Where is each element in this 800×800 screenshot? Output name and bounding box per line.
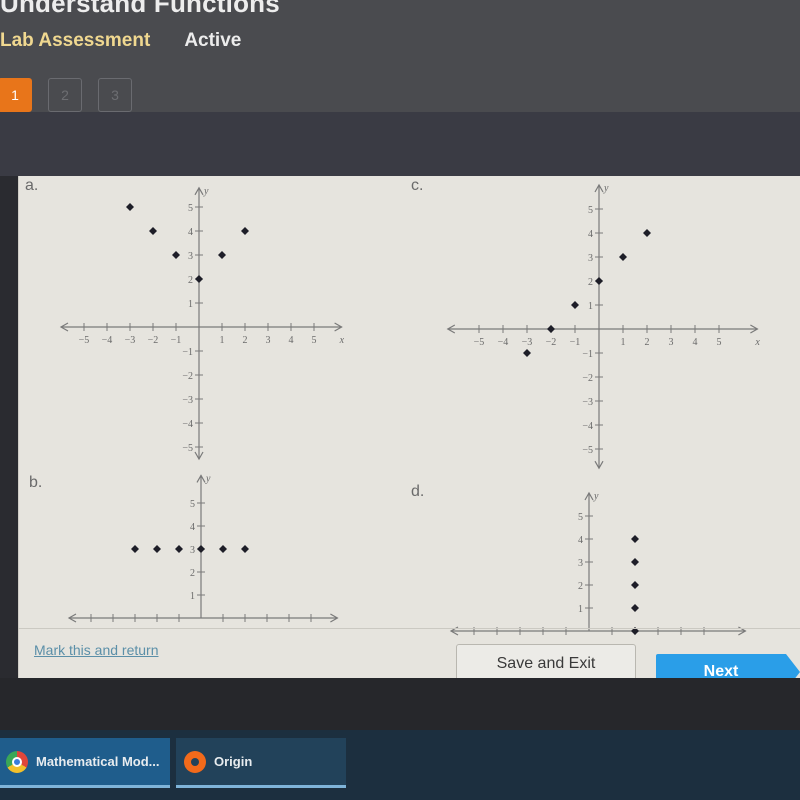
y-tick-label: 4 [578, 535, 583, 546]
taskbar-item-label: Origin [214, 754, 253, 769]
question-band [0, 112, 800, 176]
screen-edge [0, 678, 800, 730]
y-tick-label: 1 [578, 604, 583, 615]
step-1-button[interactable]: 1 [0, 78, 32, 112]
data-point [631, 558, 639, 566]
taskbar-item-origin[interactable]: Origin [176, 738, 346, 788]
assessment-type: Lab Assessment [0, 30, 151, 51]
y-axis-label: y [593, 491, 599, 502]
taskbar-item-mathematical-mod[interactable]: Mathematical Mod... [0, 738, 170, 788]
y-tick-label: 5 [578, 512, 583, 523]
page-title: Understand Functions [0, 0, 280, 18]
question-steps: 1 2 3 [0, 78, 132, 112]
subtitle-row: Lab Assessment Active [0, 30, 241, 52]
data-point [631, 581, 639, 589]
taskbar-item-label: Mathematical Mod... [36, 754, 160, 769]
data-point [631, 604, 639, 612]
y-tick-label: 3 [578, 558, 583, 569]
status-label: Active [184, 30, 242, 51]
footer-divider [18, 628, 800, 629]
question-panel: a. b. c. d. −5 −4 −3 −2 −1 1 2 3 4 5 x 5 4 3 2 1 −1 −2 −3−… [18, 176, 800, 678]
graph-d[interactable]: 5 4 3 2 1 y [19, 176, 800, 646]
assessment-header: Understand Functions Lab Assessment Acti… [0, 0, 800, 112]
step-2-button[interactable]: 2 [48, 78, 82, 112]
y-tick-label: 2 [578, 581, 583, 592]
taskbar: Mathematical Mod... Origin [0, 730, 800, 800]
mark-and-return-link[interactable]: Mark this and return [34, 642, 159, 658]
step-3-button[interactable]: 3 [98, 78, 132, 112]
chrome-icon [6, 750, 28, 773]
data-point [631, 535, 639, 543]
origin-icon [184, 750, 206, 773]
